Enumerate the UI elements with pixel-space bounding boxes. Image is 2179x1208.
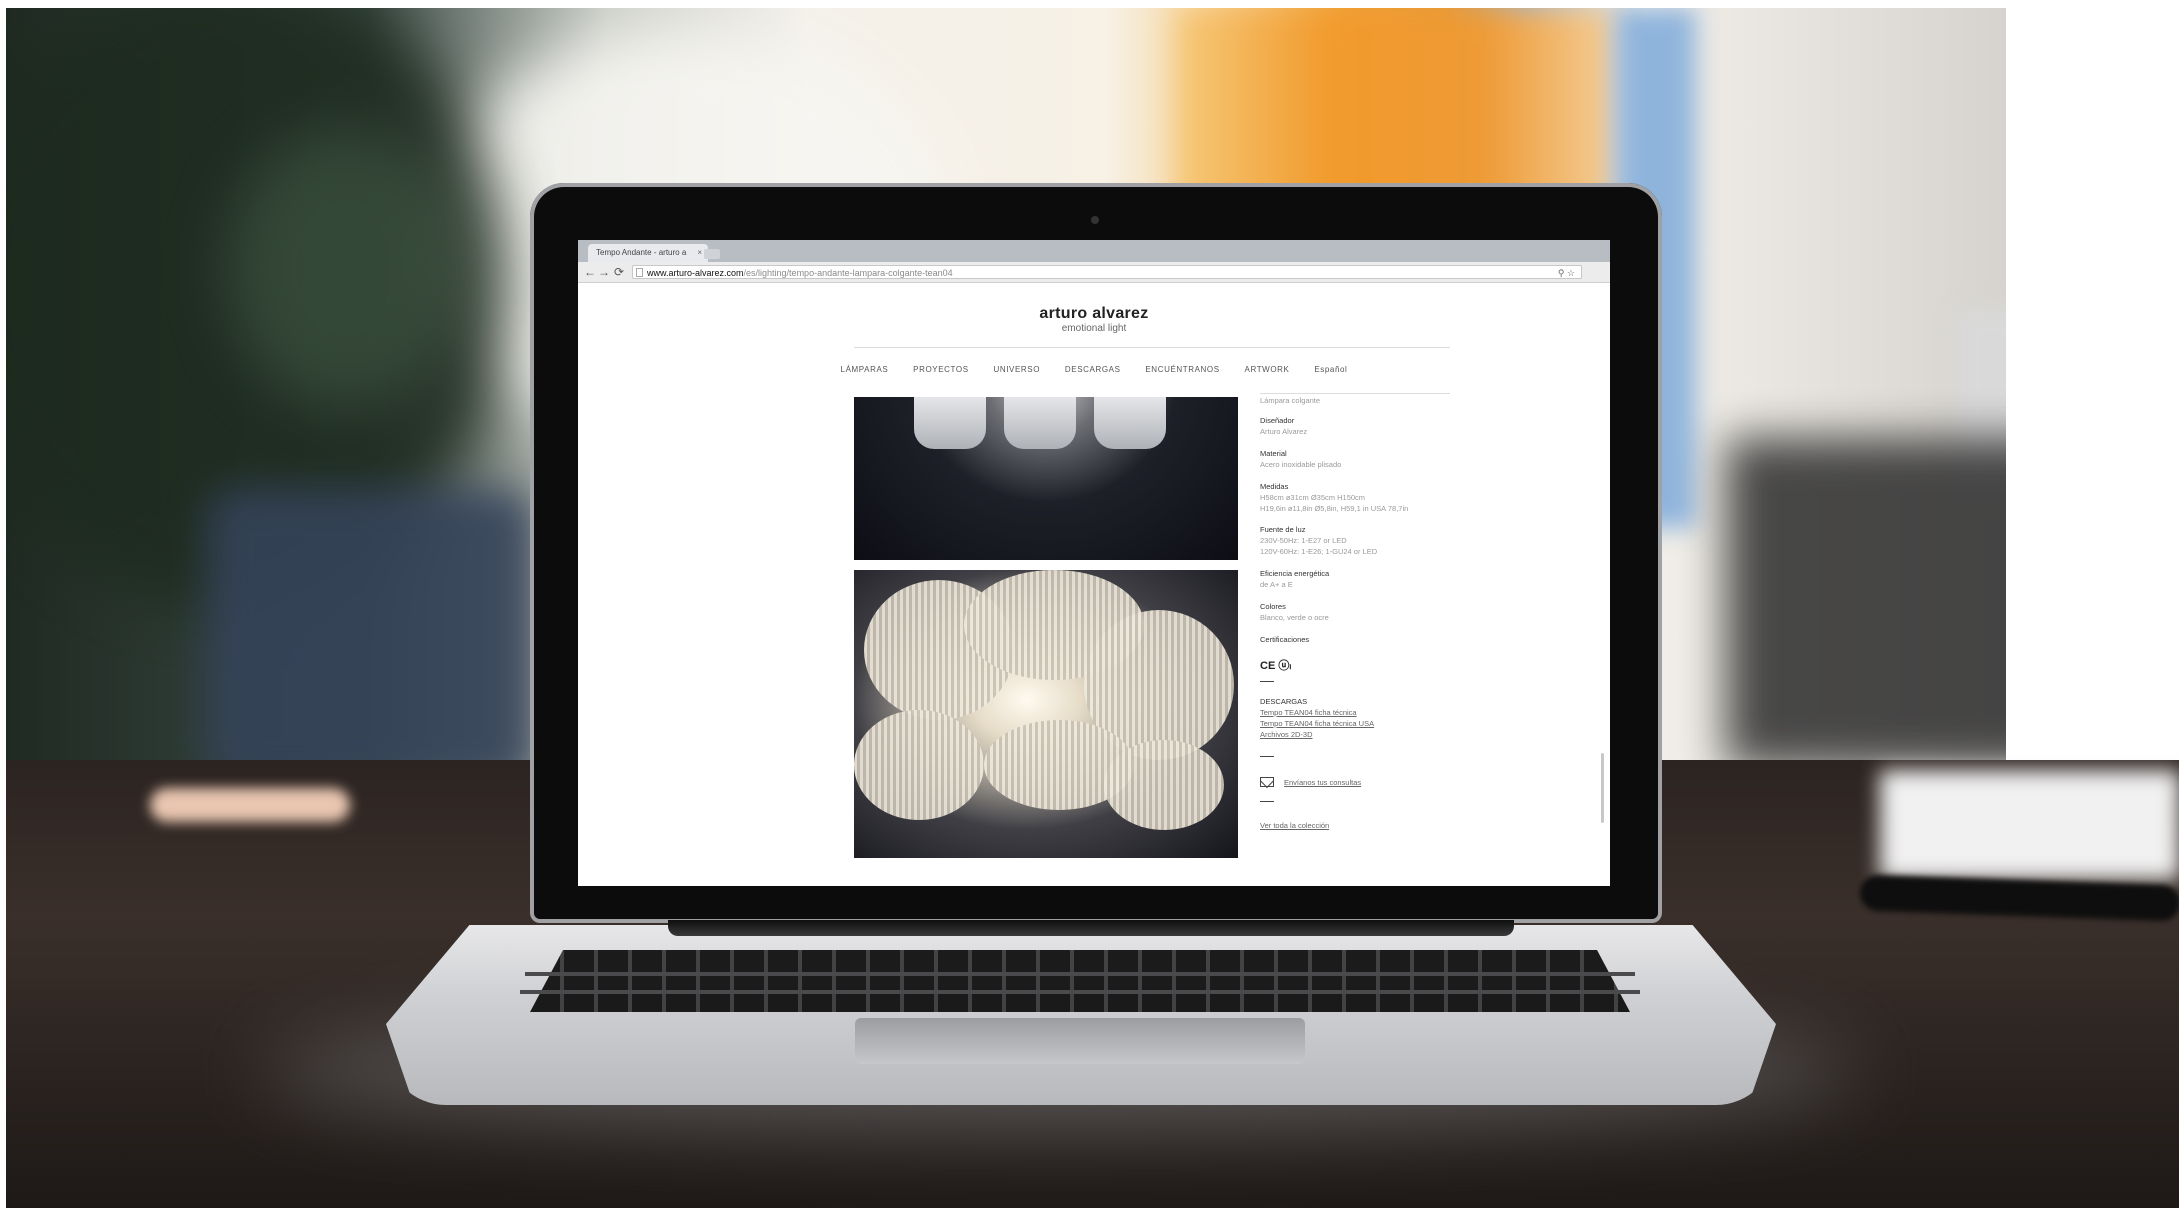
forward-icon[interactable]: → [598, 264, 610, 280]
header-divider [854, 347, 1450, 348]
light-source-value-us: 120V-60Hz: 1-E26; 1-GU24 or LED [1260, 547, 1378, 556]
plant-leaves [226, 128, 466, 408]
nav-item-lamparas[interactable]: LÁMPARAS [841, 365, 889, 374]
download-link-spec-sheet-usa[interactable]: Tempo TEAN04 ficha técnica USA [1260, 719, 1374, 728]
web-page: arturo alvarez emotional light LÁMPARAS … [578, 283, 1610, 886]
webcam [1091, 216, 1099, 224]
new-tab-button[interactable] [704, 249, 720, 259]
desk-notebook [1880, 770, 2179, 880]
brand-tagline: emotional light [1061, 323, 1127, 334]
desk-item-left [150, 788, 350, 822]
light-source-value: 230V-50Hz: 1-E27 or LED [1260, 536, 1347, 545]
blue-chair [206, 488, 536, 788]
page-scrollbar[interactable] [1601, 753, 1604, 823]
certification-icons: CE ⓤₗ [1260, 660, 1292, 672]
background-furniture [1726, 438, 2006, 768]
download-link-2d-3d[interactable]: Archivos 2D-3D [1260, 730, 1313, 739]
mail-icon[interactable] [1260, 777, 1274, 787]
nav-item-encuentranos[interactable]: ENCUÉNTRANOS [1145, 365, 1219, 374]
nav-item-language[interactable]: Español [1314, 365, 1347, 374]
url-path: /es/lighting/tempo-andante-lampara-colga… [743, 268, 953, 278]
address-bar[interactable]: www.arturo-alvarez.com/es/lighting/tempo… [632, 265, 1582, 279]
tab-title: Tempo Andante - arturo a [596, 248, 687, 257]
downloads-label: DESCARGAS [1260, 697, 1308, 706]
lamp-shade [1004, 397, 1076, 449]
nav-item-artwork[interactable]: ARTWORK [1245, 365, 1290, 374]
view-collection-link[interactable]: Ver toda la colección [1260, 821, 1329, 830]
nav-item-universo[interactable]: UNIVERSO [993, 365, 1040, 374]
pleated-shade [1104, 740, 1224, 830]
browser-toolbar: ← → ⟳ www.arturo-alvarez.com/es/lighting… [578, 262, 1610, 283]
lamp-shade [1094, 397, 1166, 449]
keyboard-row [520, 990, 1640, 994]
laptop-trackpad [855, 1018, 1305, 1064]
url-host: www.arturo-alvarez.com [647, 268, 744, 278]
efficiency-value: de A+ a E [1260, 580, 1293, 589]
main-navigation: LÁMPARAS PROYECTOS UNIVERSO DESCARGAS EN… [578, 365, 1610, 374]
light-source-label: Fuente de luz [1260, 525, 1306, 534]
contact-link[interactable]: Envíanos tus consultas [1284, 778, 1361, 787]
tab-close-icon[interactable]: × [697, 244, 702, 262]
nav-item-descargas[interactable]: DESCARGAS [1065, 365, 1121, 374]
measures-value: H58cm ø31cm Ø35cm H150cm [1260, 493, 1366, 502]
download-link-spec-sheet[interactable]: Tempo TEAN04 ficha técnica [1260, 708, 1357, 717]
material-value: Acero inoxidable plisado [1260, 460, 1342, 469]
colors-value: Blanco, verde o ocre [1260, 613, 1329, 622]
back-icon[interactable]: ← [584, 264, 596, 280]
designer-label: Diseñador [1260, 416, 1295, 425]
section-dash [1260, 756, 1274, 757]
section-dash [1260, 681, 1274, 682]
measures-label: Medidas [1260, 482, 1289, 491]
section-dash [1260, 801, 1274, 802]
reload-icon[interactable]: ⟳ [614, 264, 624, 280]
specs-divider [1260, 393, 1450, 394]
product-image-top[interactable] [854, 397, 1238, 560]
brand-logo-title[interactable]: arturo alvarez [578, 305, 1610, 323]
keyboard-row [525, 972, 1635, 976]
designer-value: Arturo Alvarez [1260, 427, 1308, 436]
product-image-detail[interactable] [854, 570, 1238, 858]
efficiency-label: Eficiencia energética [1260, 569, 1330, 578]
type-value: Lámpara colgante [1260, 396, 1321, 405]
measures-value-us: H19,6in ø11,8in Ø5,8in, H59,1 in USA 78,… [1260, 504, 1409, 513]
laptop-screen: Tempo Andante - arturo a × ← → ⟳ www.art… [578, 240, 1610, 886]
material-label: Material [1260, 449, 1287, 458]
search-star-icon[interactable]: ⚲ ☆ [1558, 266, 1575, 278]
browser-tab[interactable]: Tempo Andante - arturo a × [588, 244, 708, 262]
laptop-hinge [668, 920, 1514, 936]
pleated-shade [854, 710, 984, 820]
certifications-label: Certificaciones [1260, 635, 1310, 644]
colors-label: Colores [1260, 602, 1286, 611]
nav-item-proyectos[interactable]: PROYECTOS [913, 365, 969, 374]
browser-tab-strip: Tempo Andante - arturo a × [578, 240, 1610, 262]
page-icon [636, 268, 643, 277]
laptop-keyboard [530, 950, 1630, 1012]
lamp-shade [914, 397, 986, 449]
